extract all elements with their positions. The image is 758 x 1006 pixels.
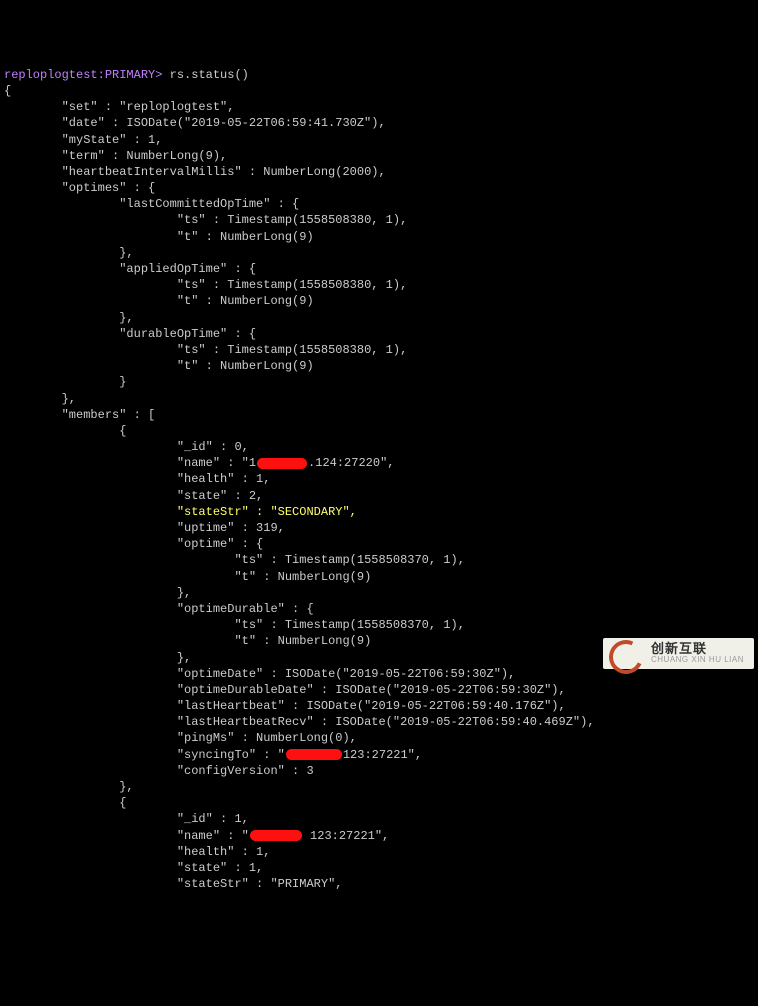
watermark-badge: 创新互联 CHUANG XIN HU LIAN: [603, 638, 754, 669]
m0-state: 2: [249, 489, 256, 503]
rs-mystate: 1: [148, 133, 155, 147]
m0-ping: NumberLong(0): [256, 731, 350, 745]
m0-uptime: 319: [256, 521, 278, 535]
terminal-output: reploplogtest:PRIMARY> rs.status() { "se…: [4, 67, 754, 893]
redacted-ip-icon: [286, 749, 342, 760]
m1-id: 1: [234, 812, 241, 826]
rs-hbim: NumberLong(2000): [263, 165, 378, 179]
m0-od-ts: Timestamp(1558508370, 1): [285, 618, 458, 632]
m0-opdate: ISODate("2019-05-22T06:59:30Z"): [285, 667, 508, 681]
m1-health: 1: [256, 845, 263, 859]
m0-od-t: NumberLong(9): [278, 634, 372, 648]
m0-oddate: ISODate("2019-05-22T06:59:30Z"): [335, 683, 558, 697]
m1-name-suffix: 123:27221: [310, 829, 375, 843]
redacted-ip-icon: [257, 458, 307, 469]
m0-id: 0: [234, 440, 241, 454]
ao-t: NumberLong(9): [220, 294, 314, 308]
do-t: NumberLong(9): [220, 359, 314, 373]
m0-op-t: NumberLong(9): [278, 570, 372, 584]
watermark-sub: CHUANG XIN HU LIAN: [651, 656, 744, 665]
m0-lhbr: ISODate("2019-05-22T06:59:40.469Z"): [335, 715, 587, 729]
ao-ts: Timestamp(1558508380, 1): [227, 278, 400, 292]
m0-name-suffix: .124:27220: [308, 456, 380, 470]
command-text: rs.status(): [170, 68, 249, 82]
lco-ts: Timestamp(1558508380, 1): [227, 213, 400, 227]
m0-sync-suffix: 123:27221: [343, 748, 408, 762]
m0-statestr-line: "stateStr" : "SECONDARY",: [177, 505, 357, 519]
m0-statestr: SECONDARY: [278, 505, 343, 519]
shell-prompt: reploplogtest:PRIMARY>: [4, 68, 162, 82]
rs-term: NumberLong(9): [126, 149, 220, 163]
m0-health: 1: [256, 472, 263, 486]
lco-t: NumberLong(9): [220, 230, 314, 244]
rs-set: reploplogtest: [126, 100, 220, 114]
do-ts: Timestamp(1558508380, 1): [227, 343, 400, 357]
rs-date: ISODate("2019-05-22T06:59:41.730Z"): [126, 116, 378, 130]
m0-lhb: ISODate("2019-05-22T06:59:40.176Z"): [306, 699, 558, 713]
m1-statestr: PRIMARY: [278, 877, 328, 891]
redacted-ip-icon: [250, 830, 302, 841]
m0-op-ts: Timestamp(1558508370, 1): [285, 553, 458, 567]
m1-state: 1: [249, 861, 256, 875]
m0-cfgv: 3: [306, 764, 313, 778]
watermark-title: 创新互联: [651, 642, 744, 656]
